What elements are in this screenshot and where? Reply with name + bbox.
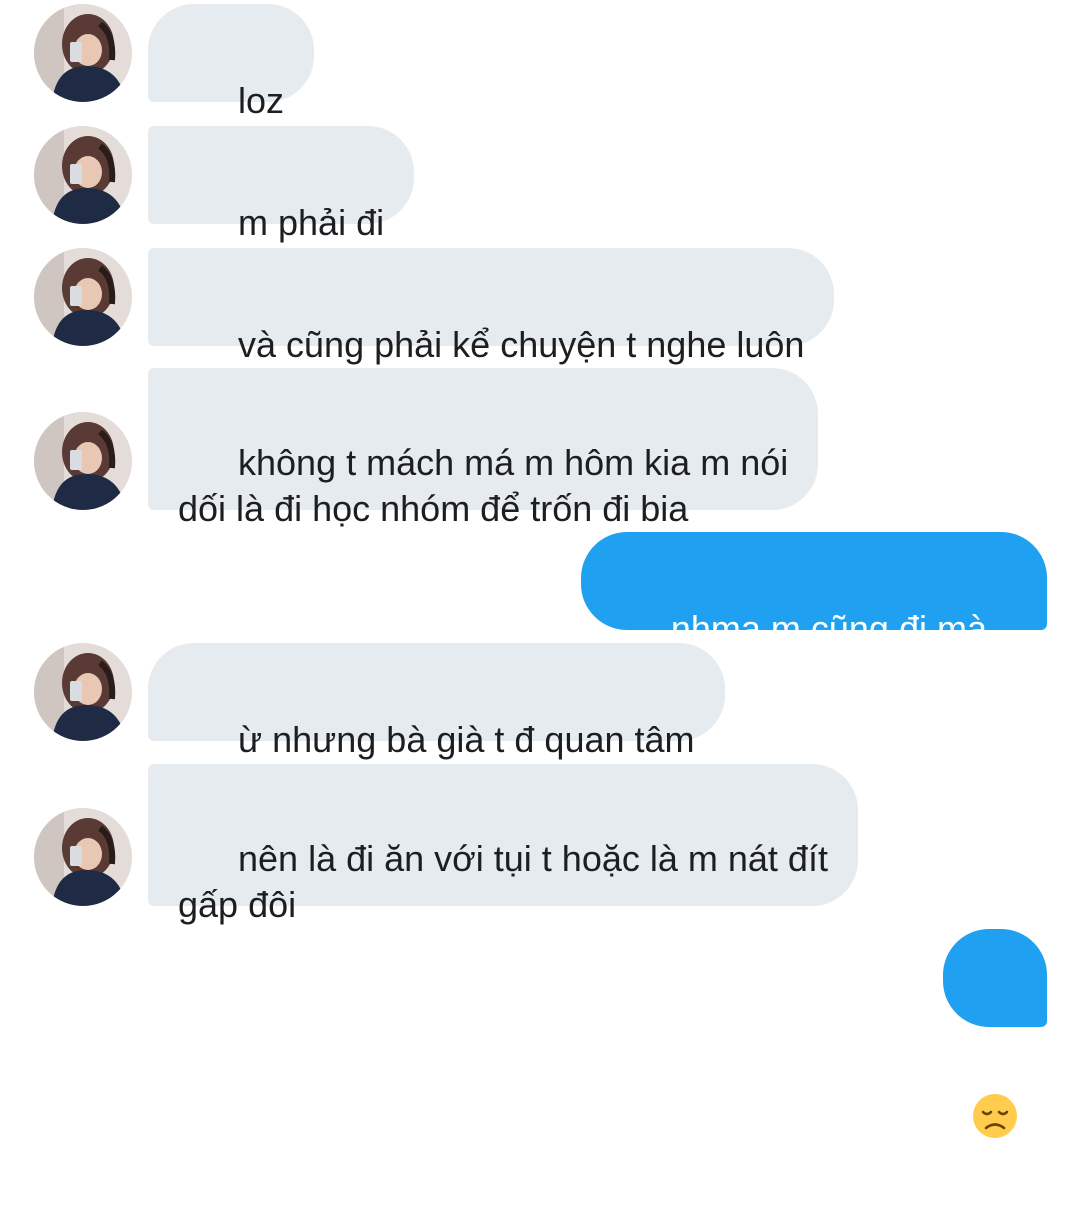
message-bubble-incoming[interactable]: loz xyxy=(148,4,315,121)
message-text: không t mách má m hôm kia m nói dối là đ… xyxy=(178,442,789,529)
avatar[interactable] xyxy=(34,643,132,741)
avatar[interactable] xyxy=(34,126,132,224)
disappointed-face-icon xyxy=(973,1094,1017,1138)
message-bubble-incoming[interactable]: m phải đi xyxy=(148,126,415,243)
message-text: m phải đi xyxy=(238,202,385,243)
avatar[interactable] xyxy=(34,412,132,510)
avatar-photo xyxy=(34,412,132,510)
chat-thread: loz m phải đi và cũng phải kể chuyện t n… xyxy=(0,0,1080,1138)
avatar[interactable] xyxy=(34,4,132,102)
message-text: nhma m cũng đi mà... xyxy=(670,608,1017,649)
message-text: loz xyxy=(238,80,285,121)
message-bubble-outgoing[interactable] xyxy=(943,929,1047,1138)
message-bubble-incoming[interactable]: nên là đi ăn với tụi t hoặc là m nát đít… xyxy=(148,764,858,925)
message-text: ừ nhưng bà già t đ quan tâm xyxy=(238,719,695,760)
avatar-photo xyxy=(34,126,132,224)
message-bubble-outgoing[interactable]: nhma m cũng đi mà... xyxy=(580,532,1047,649)
avatar-photo xyxy=(34,808,132,906)
message-bubble-incoming[interactable]: ừ nhưng bà già t đ quan tâm xyxy=(148,643,725,804)
message-text: và cũng phải kể chuyện t nghe luôn xyxy=(238,324,805,365)
avatar[interactable] xyxy=(34,808,132,906)
message-bubble-incoming[interactable]: không t mách má m hôm kia m nói dối là đ… xyxy=(148,368,819,529)
message-bubble-incoming[interactable]: và cũng phải kể chuyện t nghe luôn xyxy=(148,248,835,365)
message-text: nên là đi ăn với tụi t hoặc là m nát đít… xyxy=(178,838,828,925)
avatar-photo xyxy=(34,643,132,741)
avatar[interactable] xyxy=(34,248,132,346)
avatar-photo xyxy=(34,248,132,346)
avatar-photo xyxy=(34,4,132,102)
